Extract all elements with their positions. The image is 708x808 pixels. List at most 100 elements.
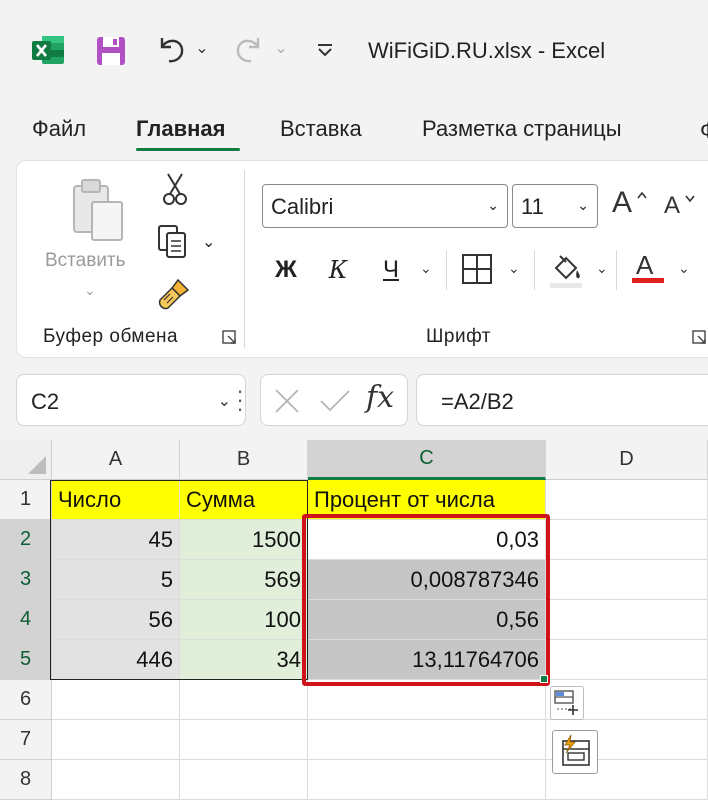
insert-function-button[interactable]: fx [366, 380, 394, 415]
redo-button[interactable] [228, 28, 270, 70]
borders-button[interactable] [460, 252, 496, 288]
paint-bucket-icon [550, 255, 582, 288]
copy-icon [158, 225, 186, 258]
title-bar: ⌄ ⌄ WiFiGiD.RU.xlsx - Excel [0, 0, 708, 100]
tab-page-layout[interactable]: Разметка страницы [422, 116, 622, 142]
row-header-7[interactable]: 7 [0, 720, 52, 760]
cell-a5[interactable]: 446 [52, 640, 180, 680]
ribbon-tabs: Файл Главная Вставка Разметка страницы [0, 110, 708, 150]
name-box[interactable]: C2 ⌄ [16, 374, 246, 426]
undo-dropdown[interactable]: ⌄ [192, 36, 212, 60]
quick-analysis-button[interactable] [550, 686, 584, 720]
formula-bar-grip-icon[interactable]: · · · [236, 380, 244, 420]
tab-formulas-partial[interactable]: Ф [700, 118, 708, 144]
cell-a2[interactable]: 45 [52, 520, 180, 560]
cell-a6[interactable] [52, 680, 180, 720]
paste-label: Вставить [45, 250, 126, 271]
font-name-select[interactable]: Calibri ⌄ [262, 184, 508, 228]
cancel-entry-button[interactable] [272, 386, 302, 416]
font-color-dropdown[interactable]: ⌄ [678, 260, 690, 277]
row-header-8[interactable]: 8 [0, 760, 52, 800]
row-header-2[interactable]: 2 [0, 520, 52, 560]
copy-button[interactable] [155, 224, 195, 260]
cell-b2[interactable]: 1500 [180, 520, 308, 560]
font-launcher-icon[interactable] [692, 330, 708, 346]
cell-c1[interactable]: Процент от числа [308, 480, 546, 520]
chevron-down-icon: ⌄ [577, 197, 589, 213]
cell-c8[interactable] [308, 760, 546, 800]
clipboard-launcher-icon[interactable] [222, 330, 238, 346]
row-header-6[interactable]: 6 [0, 680, 52, 720]
tab-home[interactable]: Главная [136, 116, 225, 142]
cell-b7[interactable] [180, 720, 308, 760]
save-button[interactable] [92, 32, 130, 70]
confirm-entry-button[interactable] [318, 386, 352, 416]
formula-input[interactable]: =A2/B2 [416, 374, 708, 426]
fill-color-dropdown[interactable]: ⌄ [596, 260, 608, 277]
cell-d3[interactable] [546, 560, 708, 600]
font-color-button[interactable]: A [630, 248, 668, 290]
cell-c6[interactable] [308, 680, 546, 720]
cell-a1[interactable]: Число [52, 480, 180, 520]
chevron-down-icon: ⌄ [217, 393, 231, 410]
redo-dropdown[interactable]: ⌄ [272, 36, 290, 60]
excel-logo-icon [30, 32, 66, 68]
fill-color-button[interactable] [548, 250, 586, 290]
cell-c5[interactable]: 13,11764706 [308, 640, 546, 680]
customize-qat-button[interactable] [314, 38, 336, 62]
cell-b1[interactable]: Сумма [180, 480, 308, 520]
cell-b3[interactable]: 569 [180, 560, 308, 600]
undo-icon [160, 38, 184, 63]
cell-b4[interactable]: 100 [180, 600, 308, 640]
column-header-c[interactable]: C [308, 440, 546, 480]
underline-dropdown[interactable]: ⌄ [420, 260, 432, 277]
flash-fill-options-button[interactable] [552, 730, 598, 774]
font-size-select[interactable]: 11 ⌄ [512, 184, 598, 228]
column-header-a[interactable]: A [52, 440, 180, 480]
column-header-b[interactable]: B [180, 440, 308, 480]
decrease-font-size-button[interactable]: A [664, 192, 704, 228]
cell-a3[interactable]: 5 [52, 560, 180, 600]
cell-d1[interactable] [546, 480, 708, 520]
check-icon [320, 390, 350, 412]
row-header-4[interactable]: 4 [0, 600, 52, 640]
cell-d5[interactable] [546, 640, 708, 680]
tab-file[interactable]: Файл [32, 116, 86, 142]
row-header-5[interactable]: 5 [0, 640, 52, 680]
copy-dropdown[interactable]: ⌄ [202, 232, 215, 252]
cell-c7[interactable] [308, 720, 546, 760]
active-tab-indicator [136, 148, 240, 151]
tab-insert[interactable]: Вставка [280, 116, 362, 142]
cell-d2[interactable] [546, 520, 708, 560]
cell-c4[interactable]: 0,56 [308, 600, 546, 640]
paste-dropdown[interactable]: ⌄ [84, 282, 96, 299]
borders-dropdown[interactable]: ⌄ [508, 260, 520, 277]
cell-a4[interactable]: 56 [52, 600, 180, 640]
cell-a8[interactable] [52, 760, 180, 800]
cell-b8[interactable] [180, 760, 308, 800]
select-all-triangle-icon [28, 456, 46, 474]
underline-button[interactable]: Ч [376, 250, 406, 290]
clipboard-group-label: Буфер обмена [43, 326, 179, 347]
cell-b6[interactable] [180, 680, 308, 720]
caret-down-icon [685, 195, 695, 203]
increase-font-size-button[interactable]: A [612, 186, 652, 226]
cell-d4[interactable] [546, 600, 708, 640]
cut-button[interactable] [160, 172, 190, 208]
redo-icon [236, 38, 260, 63]
format-painter-button[interactable] [156, 276, 192, 312]
cell-c3[interactable]: 0,008787346 [308, 560, 546, 600]
italic-button[interactable]: К [322, 250, 354, 290]
cell-c2[interactable]: 0,03 [308, 520, 546, 560]
row-header-1[interactable]: 1 [0, 480, 52, 520]
fill-handle[interactable] [540, 675, 548, 683]
column-header-d[interactable]: D [546, 440, 708, 480]
undo-button[interactable] [150, 28, 192, 70]
cell-b5[interactable]: 34 [180, 640, 308, 680]
bold-button[interactable]: Ж [268, 250, 304, 290]
chevron-down-icon: ⌄ [487, 197, 499, 213]
row-header-3[interactable]: 3 [0, 560, 52, 600]
cell-a7[interactable] [52, 720, 180, 760]
customize-icon [318, 44, 332, 57]
group-separator [244, 170, 245, 348]
